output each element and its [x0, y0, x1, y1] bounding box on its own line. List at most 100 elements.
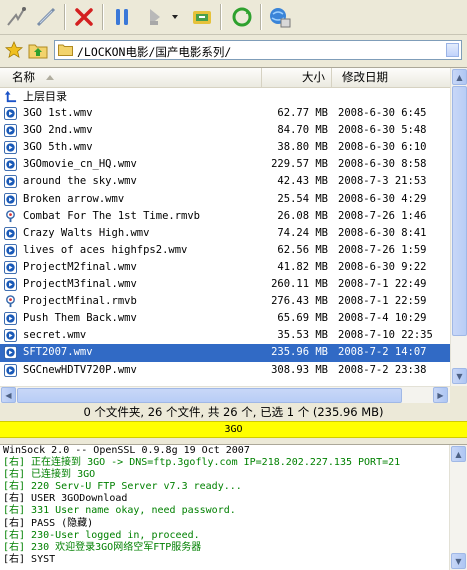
- file-list: 名称 大小 修改日期 上层目录 3GO 1st.wmv 62.77 MB 2008-…: [0, 67, 467, 403]
- file-size: 62.77 MB: [277, 107, 328, 120]
- media-file-icon: [4, 124, 17, 138]
- media-file-icon: [4, 312, 17, 326]
- media-file-icon: [4, 175, 17, 189]
- file-name: SGCnewHDTV720P.wmv: [23, 363, 137, 376]
- file-date: 2008-6-30 8:58: [338, 158, 427, 171]
- disconnect-icon[interactable]: [32, 3, 60, 31]
- star-icon[interactable]: [3, 39, 25, 61]
- column-size[interactable]: 大小: [262, 68, 332, 87]
- address-history-button[interactable]: [446, 43, 459, 57]
- play-icon[interactable]: [140, 3, 168, 31]
- log-line: [右] SYST: [3, 553, 56, 565]
- file-name: Crazy Walts High.wmv: [23, 226, 150, 239]
- file-size: 235.96 MB: [271, 346, 328, 359]
- file-row[interactable]: ProjectMfinal.rmvb 276.43 MB 2008-7-1 22:5…: [0, 293, 450, 310]
- file-name: 3GO 1st.wmv: [23, 107, 93, 120]
- file-date: 2008-7-3 21:53: [338, 175, 427, 188]
- refresh-icon[interactable]: [228, 3, 256, 31]
- column-date[interactable]: 修改日期: [332, 68, 450, 87]
- file-rows: 上层目录 3GO 1st.wmv 62.77 MB 2008-6-30 6:45 3G…: [0, 88, 450, 379]
- media-file-icon: [4, 243, 17, 257]
- file-date: 2008-6-30 4:29: [338, 192, 427, 205]
- file-date: 2008-6-30 6:45: [338, 107, 427, 120]
- file-row[interactable]: 3GO 5th.wmv 38.80 MB 2008-6-30 6:10: [0, 139, 450, 156]
- file-row[interactable]: SGCnewHDTV720P.wmv 308.93 MB 2008-7-2 23:3…: [0, 362, 450, 379]
- file-row[interactable]: 3GO 1st.wmv 62.77 MB 2008-6-30 6:45: [0, 105, 450, 122]
- media-file-icon: [4, 329, 17, 343]
- file-size: 41.82 MB: [277, 260, 328, 273]
- scroll-down-button[interactable]: ▼: [452, 368, 467, 384]
- toolbar-separator: [260, 4, 262, 30]
- media-file-icon: [4, 363, 17, 377]
- address-path: /LOCKON电影/国产电影系列/: [77, 45, 232, 59]
- media-file-icon: [4, 141, 17, 155]
- toolbar-separator: [102, 4, 104, 30]
- file-row[interactable]: Combat For The 1st Time.rmvb 26.08 MB 2008…: [0, 208, 450, 225]
- log-line: [右] 230-User logged in, proceed.: [3, 529, 200, 541]
- parent-directory-row[interactable]: 上层目录: [0, 88, 450, 105]
- column-name[interactable]: 名称: [0, 68, 262, 87]
- file-row[interactable]: Broken arrow.wmv 25.54 MB 2008-6-30 4:29: [0, 191, 450, 208]
- file-row[interactable]: around the sky.wmv 42.43 MB 2008-7-3 21:53: [0, 173, 450, 190]
- log-line: WinSock 2.0 -- OpenSSL 0.9.8g 19 Oct 200…: [3, 445, 250, 456]
- file-size: 229.57 MB: [271, 158, 328, 171]
- file-date: 2008-7-26 1:46: [338, 209, 427, 222]
- file-size: 42.43 MB: [277, 175, 328, 188]
- folder-up-icon[interactable]: [27, 39, 49, 61]
- log-line: [右] USER 3GODownload: [3, 493, 128, 505]
- chevron-down-icon[interactable]: [168, 3, 182, 31]
- file-size: 65.69 MB: [277, 312, 328, 325]
- site-manager-icon[interactable]: [266, 3, 294, 31]
- pause-icon[interactable]: [108, 3, 136, 31]
- scroll-up-button[interactable]: ▲: [452, 69, 467, 85]
- queue-icon[interactable]: [188, 3, 216, 31]
- site-tab[interactable]: 3GO: [0, 421, 467, 438]
- parent-directory-label: 上层目录: [23, 90, 67, 103]
- toolbar: [0, 0, 467, 35]
- hscroll-thumb[interactable]: [17, 388, 402, 403]
- status-bar: 0 个文件夹, 26 个文件, 共 26 个, 已选 1 个 (235.96 M…: [0, 403, 467, 421]
- file-date: 2008-6-30 5:48: [338, 124, 427, 137]
- log-line: [右] 220 Serv-U FTP Server v7.3 ready...: [3, 481, 242, 493]
- address-input[interactable]: /LOCKON电影/国产电影系列/: [54, 40, 462, 60]
- scroll-right-button[interactable]: ▶: [433, 387, 448, 403]
- file-row[interactable]: ProjectM3final.wmv 260.11 MB 2008-7-1 22:4…: [0, 276, 450, 293]
- scroll-corner: [450, 386, 467, 403]
- log-line: [右] PASS (隐藏): [3, 517, 94, 529]
- media-file-icon: [4, 107, 17, 121]
- file-row[interactable]: lives of aces highfps2.wmv 62.56 MB 2008-7…: [0, 242, 450, 259]
- file-row[interactable]: ProjectM2final.wmv 41.82 MB 2008-6-30 9:22: [0, 259, 450, 276]
- toolbar-separator: [64, 4, 66, 30]
- log-line: [右] 正在连接到 3GO -> DNS=ftp.3gofly.com IP=2…: [3, 457, 401, 469]
- file-date: 2008-7-1 22:59: [338, 295, 427, 308]
- scroll-left-button[interactable]: ◀: [1, 387, 16, 403]
- file-size: 62.56 MB: [277, 243, 328, 256]
- media-file-icon: [4, 278, 17, 292]
- log-scroll-up-button[interactable]: ▲: [451, 446, 466, 462]
- file-size: 84.70 MB: [277, 124, 328, 137]
- file-row[interactable]: Push Them Back.wmv 65.69 MB 2008-7-4 10:29: [0, 310, 450, 327]
- file-row[interactable]: secret.wmv 35.53 MB 2008-7-10 22:35: [0, 327, 450, 344]
- delete-icon[interactable]: [70, 3, 98, 31]
- file-name: lives of aces highfps2.wmv: [23, 243, 188, 256]
- file-row[interactable]: 3GO 2nd.wmv 84.70 MB 2008-6-30 5:48: [0, 122, 450, 139]
- folder-icon: [58, 44, 73, 56]
- file-row[interactable]: Crazy Walts High.wmv 74.24 MB 2008-6-30 8:…: [0, 225, 450, 242]
- file-date: 2008-7-10 22:35: [338, 329, 433, 342]
- file-size: 74.24 MB: [277, 226, 328, 239]
- file-name: ProjectM2final.wmv: [23, 260, 137, 273]
- file-name: SFT2007.wmv: [23, 346, 93, 359]
- connect-icon[interactable]: [2, 3, 30, 31]
- file-name: 3GOmovie_cn_HQ.wmv: [23, 158, 137, 171]
- realplayer-file-icon: [6, 209, 15, 222]
- file-row[interactable]: 3GOmovie_cn_HQ.wmv 229.57 MB 2008-6-30 8:5…: [0, 156, 450, 173]
- log-scroll-down-button[interactable]: ▼: [451, 553, 466, 569]
- scroll-thumb[interactable]: [452, 86, 467, 336]
- file-list-hscrollbar[interactable]: ◀ ▶: [0, 386, 450, 403]
- up-arrow-icon: [4, 90, 17, 103]
- log-scrollbar[interactable]: ▲ ▼: [449, 445, 467, 570]
- file-date: 2008-6-30 8:41: [338, 226, 427, 239]
- file-list-scrollbar[interactable]: ▲ ▼: [450, 68, 467, 386]
- file-row[interactable]: SFT2007.wmv 235.96 MB 2008-7-2 14:07: [0, 344, 450, 362]
- column-size-label: 大小: [302, 70, 325, 84]
